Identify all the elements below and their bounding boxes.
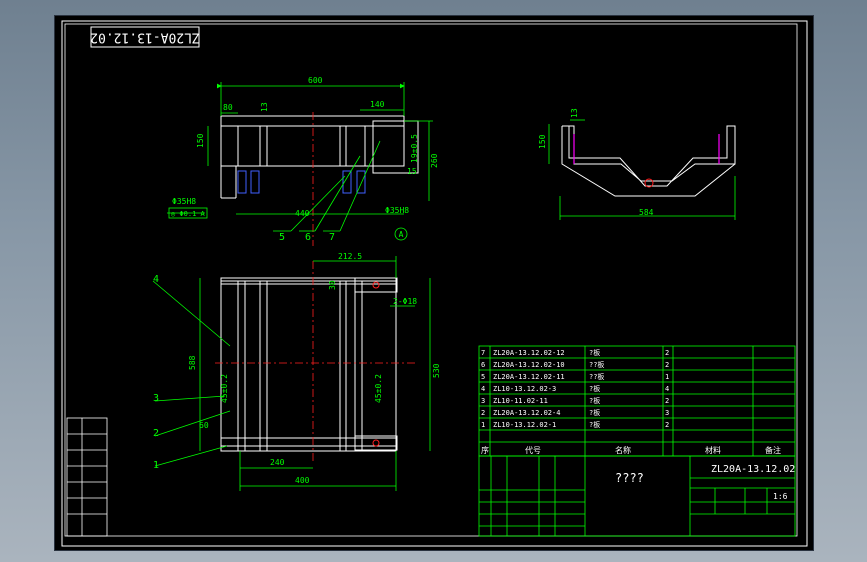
bom-cell-no: 2 bbox=[481, 409, 485, 417]
dim-80: 80 bbox=[223, 103, 233, 112]
bom-cell-qty: 2 bbox=[665, 421, 669, 429]
plan-dim-530: 530 bbox=[432, 363, 441, 378]
bom-cell-no: 4 bbox=[481, 385, 485, 393]
dim-15: 15 bbox=[407, 167, 417, 176]
bom-cell-no: 6 bbox=[481, 361, 485, 369]
bom-cell-name: ?板 bbox=[589, 420, 600, 429]
bom-cell-code: ZL10-13.12.02-1 bbox=[493, 421, 556, 429]
bom-header-remark: 备注 bbox=[765, 445, 781, 455]
side-dim-13: 13 bbox=[570, 108, 579, 118]
bom-cell-qty: 4 bbox=[665, 385, 669, 393]
balloon-4: 4 bbox=[153, 274, 159, 285]
datum-a: A bbox=[394, 227, 408, 241]
bom-cell-name: ??板 bbox=[589, 372, 604, 381]
plan-dim-60: 60 bbox=[199, 421, 209, 430]
balloon-6: 6 bbox=[305, 232, 311, 243]
svg-text:A: A bbox=[399, 230, 404, 239]
front-dim-text: 600 80 13 140 150 260 19±0.5 15 440 Φ35H… bbox=[172, 76, 439, 218]
plan-dim-45b: 45±0.2 bbox=[374, 374, 383, 403]
bom-header: 序 代号 名称 材料 备注 bbox=[481, 445, 781, 455]
bom-header-name: 名称 bbox=[615, 445, 631, 455]
plan-dim-45a: 45±0.2 bbox=[220, 374, 229, 403]
bom-cell-qty: 2 bbox=[665, 397, 669, 405]
side-dim-584: 584 bbox=[639, 208, 654, 217]
left-stamp-table bbox=[66, 417, 108, 537]
dim-13: 13 bbox=[260, 102, 269, 112]
balloon-1: 1 bbox=[153, 460, 159, 471]
bom-cell-qty: 1 bbox=[665, 373, 669, 381]
tolerance-frame: ◎ Φ0.1 A bbox=[168, 207, 208, 219]
dim-440: 440 bbox=[295, 209, 310, 218]
side-magenta-edges bbox=[573, 134, 720, 164]
hole-right-label: Φ35H8 bbox=[385, 206, 409, 215]
bom-cell-name: ?板 bbox=[589, 348, 600, 357]
front-view bbox=[220, 115, 419, 199]
dim-600: 600 bbox=[308, 76, 323, 85]
svg-text:◎ Φ0.1 A: ◎ Φ0.1 A bbox=[171, 210, 206, 218]
plan-dimensions bbox=[152, 256, 431, 491]
plan-dim-588: 588 bbox=[188, 355, 197, 370]
plan-dim-text: 212.5 30 2-Φ18 588 530 45±0.2 45±0.2 60 … bbox=[188, 252, 441, 485]
balloons-plan: 4 3 2 1 bbox=[153, 274, 159, 471]
bom-cell-qty: 2 bbox=[665, 361, 669, 369]
dim-260: 260 bbox=[430, 153, 439, 168]
plan-hole-label: 2-Φ18 bbox=[393, 297, 417, 306]
bom-cell-code: ZL10-13.12.02-3 bbox=[493, 385, 556, 393]
inner-border bbox=[64, 23, 798, 537]
balloon-2: 2 bbox=[153, 428, 159, 439]
balloon-7: 7 bbox=[329, 232, 335, 243]
bom-cell-code: ZL20A-13.12.02-10 bbox=[493, 361, 565, 369]
side-dimensions bbox=[548, 119, 736, 220]
bom-cell-no: 1 bbox=[481, 421, 485, 429]
title-scale: 1:6 bbox=[773, 492, 788, 501]
plan-dim-400: 400 bbox=[295, 476, 310, 485]
bom-cell-name: ?板 bbox=[589, 408, 600, 417]
balloon-5: 5 bbox=[279, 232, 285, 243]
drawing-sheet: ZL20A-13.12.02 600 80 13 140 150 260 19±… bbox=[61, 20, 808, 547]
bom-cell-name: ?板 bbox=[589, 396, 600, 405]
bom-cell-no: 3 bbox=[481, 397, 485, 405]
side-dim-text: 584 150 13 bbox=[538, 108, 654, 217]
side-view bbox=[561, 125, 736, 197]
bom-header-no: 序 bbox=[481, 445, 489, 455]
bom-cell-qty: 2 bbox=[665, 349, 669, 357]
title-name: ???? bbox=[615, 471, 644, 485]
bom-cell-code: ZL20A-13.12.02-4 bbox=[493, 409, 560, 417]
dim-140: 140 bbox=[370, 100, 385, 109]
bom-cell-no: 5 bbox=[481, 373, 485, 381]
plan-dim-240: 240 bbox=[270, 458, 285, 467]
balloons-front: 5 6 7 bbox=[273, 230, 340, 243]
bom-rows: 7 ZL20A-13.12.02-12 ?板 2 6 ZL20A-13.12.02-10?… bbox=[481, 348, 669, 429]
plan-view bbox=[220, 277, 398, 452]
bom-cell-code: ZL20A-13.12.02-12 bbox=[493, 349, 565, 357]
rotated-drawing-number: ZL20A-13.12.02 bbox=[90, 30, 200, 45]
hole-left-label: Φ35H8 bbox=[172, 197, 196, 206]
dim-150: 150 bbox=[196, 133, 205, 148]
bom-header-code: 代号 bbox=[525, 445, 541, 455]
outer-border bbox=[61, 20, 808, 547]
plan-dim-212: 212.5 bbox=[338, 252, 362, 261]
side-dim-150: 150 bbox=[538, 134, 547, 149]
bom-header-material: 材料 bbox=[705, 445, 721, 455]
cad-viewport[interactable]: ZL20A-13.12.02 600 80 13 140 150 260 19±… bbox=[54, 15, 814, 551]
bom-cell-code: ZL10-11.02-11 bbox=[493, 397, 548, 405]
title-number: ZL20A-13.12.02 bbox=[711, 464, 795, 475]
bom-cell-name: ?板 bbox=[589, 384, 600, 393]
balloon-3: 3 bbox=[153, 393, 159, 404]
bom-cell-code: ZL20A-13.12.02-11 bbox=[493, 373, 565, 381]
bom-cell-qty: 3 bbox=[665, 409, 669, 417]
plan-dim-30: 30 bbox=[328, 280, 337, 290]
rotated-number-box: ZL20A-13.12.02 bbox=[90, 26, 200, 48]
bom-cell-name: ??板 bbox=[589, 360, 604, 369]
bom-cell-no: 7 bbox=[481, 349, 485, 357]
dim-19: 19±0.5 bbox=[410, 134, 419, 163]
